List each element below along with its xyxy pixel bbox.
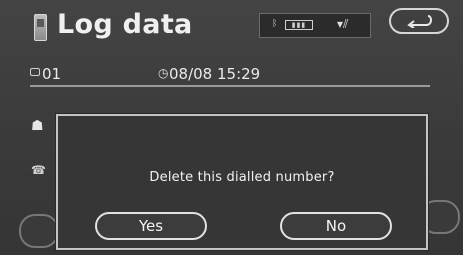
bluetooth-icon: ᛒ (272, 19, 278, 29)
phone-icon (34, 14, 47, 41)
background-button-left (19, 214, 59, 248)
phone-number-icon: ☎ (31, 163, 46, 177)
status-indicators: ᛒ ▮▮▮ ▾⫽ (259, 13, 371, 38)
page-title: Log data (57, 9, 193, 40)
battery-icon: ▮▮▮ (285, 20, 313, 30)
yes-button[interactable]: Yes (95, 212, 207, 240)
dialog-message: Delete this dialled number? (149, 170, 335, 185)
screen: Log data ᛒ ▮▮▮ ▾⫽ 01 ◷ 08/08 15:29 ☗ ☎ D… (0, 0, 463, 255)
signal-icon: ▾⫽ (337, 17, 349, 31)
confirm-dialog: Delete this dialled number? Yes No (56, 114, 428, 250)
record-datetime: 08/08 15:29 (169, 65, 261, 83)
person-icon: ☗ (31, 118, 44, 134)
record-icon (30, 68, 40, 76)
back-arrow-icon (407, 15, 432, 28)
clock-icon: ◷ (158, 66, 169, 80)
record-number: 01 (42, 65, 62, 83)
no-button[interactable]: No (280, 212, 392, 240)
back-button[interactable] (389, 8, 449, 34)
record-row: 01 ◷ 08/08 15:29 (30, 65, 430, 87)
